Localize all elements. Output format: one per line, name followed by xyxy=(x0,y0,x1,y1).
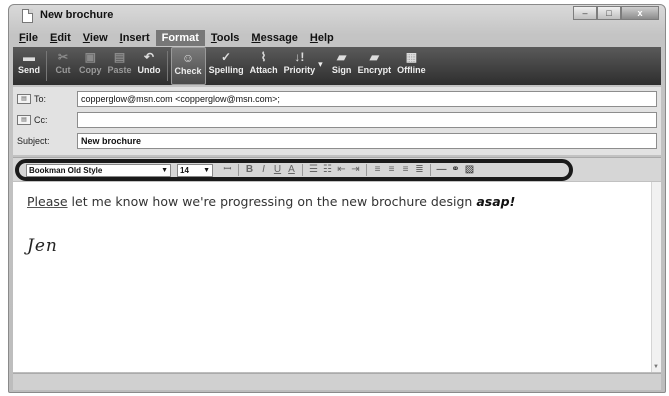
maximize-button[interactable]: □ xyxy=(597,6,621,20)
priority-button[interactable]: ↓! Priority xyxy=(281,47,319,85)
status-bar xyxy=(13,373,661,390)
to-field[interactable]: copperglow@msn.com <copperglow@msn.com>; xyxy=(77,91,657,107)
insert-picture-icon[interactable]: ▨ xyxy=(463,163,476,177)
undo-icon: ↶ xyxy=(144,50,155,64)
align-left-icon[interactable]: ≡ xyxy=(371,163,384,177)
toolbar-separator xyxy=(46,51,48,81)
chevron-down-icon: ▼ xyxy=(161,167,168,174)
paste-icon: ▤ xyxy=(113,50,126,64)
message-word-asap: asap! xyxy=(476,194,516,209)
main-toolbar: ▬ Send ✂ Cut ▣ Copy ▤ Paste ↶ Undo ☺ Check ✓ Sp… xyxy=(13,47,661,85)
font-color-icon[interactable]: A xyxy=(285,163,298,177)
numbered-list-icon[interactable]: ☰ xyxy=(307,163,320,177)
message-text-body: let me know how we're progressing on the… xyxy=(67,194,477,209)
horizontal-line-icon[interactable]: — xyxy=(435,163,448,177)
subject-label: Subject: xyxy=(17,136,50,146)
check-names-button[interactable]: ☺ Check xyxy=(170,47,206,85)
subject-field[interactable]: New brochure xyxy=(77,133,657,149)
align-center-icon[interactable]: ≡ xyxy=(385,163,398,177)
attach-button[interactable]: ⌇ Attach xyxy=(247,47,281,85)
menu-help[interactable]: Help xyxy=(304,30,340,46)
address-book-icon[interactable]: ▤ xyxy=(17,94,31,104)
send-button[interactable]: ▬ Send xyxy=(15,47,43,85)
to-row: ▤ To: copperglow@msn.com <copperglow@msn.… xyxy=(17,91,661,107)
copy-icon: ▣ xyxy=(84,50,96,64)
bulleted-list-icon[interactable]: ☷ xyxy=(321,163,334,177)
menu-file[interactable]: File xyxy=(13,30,44,46)
italic-icon[interactable]: I xyxy=(257,163,270,177)
message-text: Please let me know how we're progressing… xyxy=(27,194,515,209)
menu-format[interactable]: Format xyxy=(155,30,205,46)
formatting-toolbar: Bookman Old Style ▼ 14 ▼ ꟷ B I U A ☰ ☷ ⇤ ⇥… xyxy=(13,157,661,181)
menu-edit[interactable]: Edit xyxy=(44,30,77,46)
sign-button[interactable]: ▰ Sign xyxy=(329,47,355,85)
scissors-icon: ✂ xyxy=(57,50,69,64)
decrease-indent-icon[interactable]: ⇤ xyxy=(335,163,348,177)
priority-icon: ↓! xyxy=(294,50,305,64)
vertical-scrollbar[interactable]: ▼ xyxy=(651,182,661,372)
scroll-down-icon[interactable]: ▼ xyxy=(653,364,659,370)
chevron-down-icon: ▼ xyxy=(203,167,210,174)
hyperlink-icon[interactable]: ⚭ xyxy=(449,163,462,177)
menu-bar: File Edit View Insert Format Tools Messa… xyxy=(13,30,340,46)
window-title: New brochure xyxy=(40,9,114,21)
paperclip-icon: ⌇ xyxy=(260,50,267,64)
menu-message[interactable]: Message xyxy=(245,30,303,46)
toolbar-separator xyxy=(166,51,168,81)
minimize-button[interactable]: – xyxy=(573,6,597,20)
encrypt-icon: ▰ xyxy=(369,50,380,64)
cc-field[interactable] xyxy=(77,112,657,128)
message-header: ▤ To: copperglow@msn.com <copperglow@msn.… xyxy=(13,87,661,155)
offline-icon: ▦ xyxy=(405,50,418,64)
spelling-button[interactable]: ✓ Spelling xyxy=(206,47,247,85)
font-size-select[interactable]: 14 ▼ xyxy=(177,164,213,177)
signature: Jen xyxy=(27,236,58,256)
paragraph-style-icon[interactable]: ꟷ xyxy=(221,163,234,177)
title-bar[interactable]: New brochure – □ x xyxy=(9,5,665,27)
underline-icon[interactable]: U xyxy=(271,163,284,177)
address-book-icon[interactable]: ▤ xyxy=(17,115,31,125)
close-button[interactable]: x xyxy=(621,6,659,20)
align-right-icon[interactable]: ≡ xyxy=(399,163,412,177)
cut-button[interactable]: ✂ Cut xyxy=(50,47,76,85)
increase-indent-icon[interactable]: ⇥ xyxy=(349,163,362,177)
message-body[interactable]: Please let me know how we're progressing… xyxy=(13,182,661,372)
check-names-icon: ☺ xyxy=(181,51,195,65)
justify-icon[interactable]: ≣ xyxy=(413,163,426,177)
to-label: To: xyxy=(34,94,47,104)
message-word-please: Please xyxy=(27,194,68,209)
message-window: New brochure – □ x File Edit View Insert… xyxy=(8,4,666,393)
copy-button[interactable]: ▣ Copy xyxy=(76,47,105,85)
menu-view[interactable]: View xyxy=(77,30,114,46)
paste-button[interactable]: ▤ Paste xyxy=(105,47,135,85)
spelling-icon: ✓ xyxy=(221,50,232,64)
undo-button[interactable]: ↶ Undo xyxy=(135,47,164,85)
document-icon xyxy=(22,9,33,23)
sign-icon: ▰ xyxy=(337,50,347,64)
menu-tools[interactable]: Tools xyxy=(205,30,246,46)
format-buttons: ꟷ B I U A ☰ ☷ ⇤ ⇥ ≡ ≡ ≡ ≣ — ⚭ ▨ xyxy=(221,163,476,177)
send-icon: ▬ xyxy=(23,50,35,64)
font-name-select[interactable]: Bookman Old Style ▼ xyxy=(26,164,171,177)
subject-row: Subject: New brochure xyxy=(17,133,661,149)
window-controls: – □ x xyxy=(573,6,659,20)
cc-row: ▤ Cc: xyxy=(17,112,661,128)
bold-icon[interactable]: B xyxy=(243,163,256,177)
encrypt-button[interactable]: ▰ Encrypt xyxy=(355,47,395,85)
priority-dropdown-arrow[interactable]: ▾ xyxy=(318,47,323,85)
offline-button[interactable]: ▦ Offline xyxy=(394,47,429,85)
cc-label: Cc: xyxy=(34,115,48,125)
menu-insert[interactable]: Insert xyxy=(114,30,156,46)
